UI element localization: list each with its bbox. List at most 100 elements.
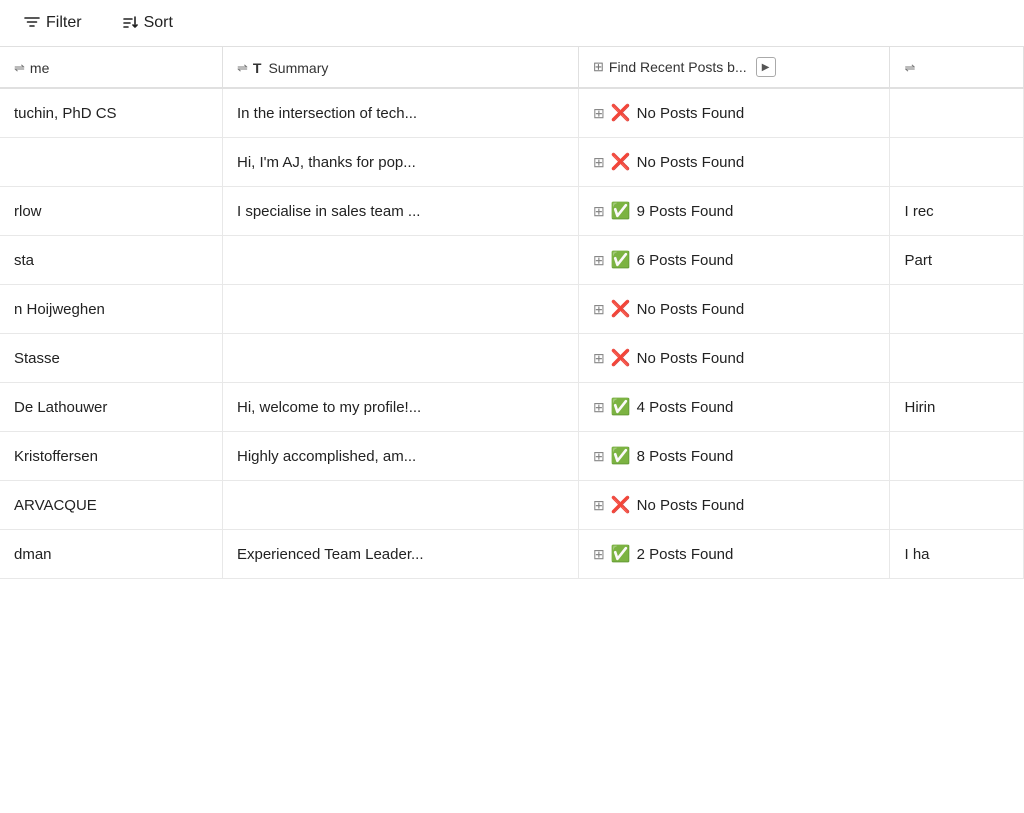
cell-extra <box>890 285 1024 334</box>
cell-name: sta <box>0 236 222 285</box>
toolbar: Filter Sort <box>0 0 1024 47</box>
col-posts-label: Find Recent Posts b... <box>609 59 747 75</box>
play-button[interactable]: ▶ <box>756 57 776 77</box>
table-header-row: ⇌ me ⇌ T Summary ⊞ Find Recent Posts b..… <box>0 47 1024 88</box>
posts-count-text: 9 Posts Found <box>637 203 734 220</box>
cell-posts: ⊞ ❌ No Posts Found <box>578 285 890 334</box>
table-row: rlowI specialise in sales team ... ⊞ ✅ 9 Po… <box>0 187 1024 236</box>
posts-count-text: 6 Posts Found <box>637 252 734 269</box>
cell-extra <box>890 481 1024 530</box>
cell-name: n Hoijweghen <box>0 285 222 334</box>
cell-posts: ⊞ ❌ No Posts Found <box>578 88 890 138</box>
table-row: ARVACQUE⊞❌No Posts Found <box>0 481 1024 530</box>
posts-row-grid-icon: ⊞ <box>593 252 605 269</box>
posts-count-text: 4 Posts Found <box>637 399 734 416</box>
col-name-label: me <box>30 60 49 76</box>
posts-grid-icon: ⊞ <box>593 59 604 75</box>
cell-posts: ⊞ ✅ 9 Posts Found <box>578 187 890 236</box>
posts-row-grid-icon: ⊞ <box>593 203 605 220</box>
table-row: Stasse ⊞ ❌ No Posts Found <box>0 334 1024 383</box>
cell-posts: ⊞ ❌ No Posts Found <box>578 138 890 187</box>
cell-summary: In the intersection of tech... <box>222 88 578 138</box>
summary-type-icon: T <box>253 60 262 76</box>
cross-icon: ❌ <box>611 103 631 123</box>
check-icon: ✅ <box>611 544 631 564</box>
name-col-icon: ⇌ <box>14 60 25 76</box>
cell-extra: I ha <box>890 530 1024 579</box>
cell-posts: ⊞✅2 Posts Found <box>578 530 890 579</box>
posts-row-grid-icon: ⊞ <box>593 448 605 465</box>
cell-name <box>0 138 222 187</box>
col-summary-label: Summary <box>268 60 328 76</box>
cell-extra <box>890 88 1024 138</box>
summary-sort-icon: ⇌ <box>237 60 248 76</box>
cell-name: tuchin, PhD CS <box>0 88 222 138</box>
cell-summary: Hi, I'm AJ, thanks for pop... <box>222 138 578 187</box>
table-row: dmanExperienced Team Leader...⊞✅2 Posts … <box>0 530 1024 579</box>
cell-name: Stasse <box>0 334 222 383</box>
cell-posts: ⊞ ✅ 6 Posts Found <box>578 236 890 285</box>
cell-name: dman <box>0 530 222 579</box>
cross-icon: ❌ <box>611 348 631 368</box>
filter-icon <box>24 15 40 31</box>
sort-icon <box>122 15 138 31</box>
cross-icon: ❌ <box>611 299 631 319</box>
check-icon: ✅ <box>611 250 631 270</box>
posts-row-grid-icon: ⊞ <box>593 154 605 171</box>
cell-posts: ⊞❌No Posts Found <box>578 481 890 530</box>
col-header-name[interactable]: ⇌ me <box>0 47 222 88</box>
cross-icon: ❌ <box>611 152 631 172</box>
col-header-extra[interactable]: ⇌ <box>890 47 1024 88</box>
cell-extra: I rec <box>890 187 1024 236</box>
posts-count-text: No Posts Found <box>637 105 745 122</box>
cell-extra <box>890 432 1024 481</box>
table-row: Hi, I'm AJ, thanks for pop... ⊞ ❌ No Posts … <box>0 138 1024 187</box>
check-icon: ✅ <box>611 201 631 221</box>
cell-summary: Experienced Team Leader... <box>222 530 578 579</box>
check-icon: ✅ <box>611 446 631 466</box>
sort-label: Sort <box>144 14 173 32</box>
posts-count-text: No Posts Found <box>637 497 745 514</box>
cell-summary <box>222 236 578 285</box>
table-row: KristoffersenHighly accomplished, am...⊞… <box>0 432 1024 481</box>
cell-name: Kristoffersen <box>0 432 222 481</box>
filter-label: Filter <box>46 14 82 32</box>
posts-count-text: No Posts Found <box>637 350 745 367</box>
cell-summary: Hi, welcome to my profile!... <box>222 383 578 432</box>
table-row: tuchin, PhD CSIn the intersection of tec… <box>0 88 1024 138</box>
cell-posts: ⊞ ❌ No Posts Found <box>578 334 890 383</box>
cell-summary: I specialise in sales team ... <box>222 187 578 236</box>
cell-name: De Lathouwer <box>0 383 222 432</box>
table-body: tuchin, PhD CSIn the intersection of tec… <box>0 88 1024 579</box>
col-header-summary[interactable]: ⇌ T Summary <box>222 47 578 88</box>
cell-extra: Part <box>890 236 1024 285</box>
table-row: De LathouwerHi, welcome to my profile!..… <box>0 383 1024 432</box>
sort-button[interactable]: Sort <box>114 10 181 36</box>
cell-posts: ⊞✅4 Posts Found <box>578 383 890 432</box>
check-icon: ✅ <box>611 397 631 417</box>
cell-summary <box>222 334 578 383</box>
cell-extra <box>890 138 1024 187</box>
main-table: ⇌ me ⇌ T Summary ⊞ Find Recent Posts b..… <box>0 47 1024 579</box>
cell-extra: Hirin <box>890 383 1024 432</box>
cell-posts: ⊞ ✅ 8 Posts Found <box>578 432 890 481</box>
cell-name: rlow <box>0 187 222 236</box>
extra-sort-icon: ⇌ <box>904 60 915 75</box>
posts-row-grid-icon: ⊞ <box>593 301 605 318</box>
posts-row-grid-icon: ⊞ <box>593 350 605 367</box>
table-wrapper: ⇌ me ⇌ T Summary ⊞ Find Recent Posts b..… <box>0 47 1024 579</box>
posts-row-grid-icon: ⊞ <box>593 105 605 122</box>
cell-summary: Highly accomplished, am... <box>222 432 578 481</box>
table-row: sta ⊞ ✅ 6 Posts Found Part <box>0 236 1024 285</box>
cell-summary <box>222 285 578 334</box>
cell-summary <box>222 481 578 530</box>
posts-count-text: No Posts Found <box>637 301 745 318</box>
filter-button[interactable]: Filter <box>16 10 90 36</box>
cross-icon: ❌ <box>611 495 631 515</box>
cell-name: ARVACQUE <box>0 481 222 530</box>
col-header-posts[interactable]: ⊞ Find Recent Posts b... ▶ <box>578 47 890 88</box>
cell-extra <box>890 334 1024 383</box>
table-row: n Hoijweghen ⊞ ❌ No Posts Found <box>0 285 1024 334</box>
posts-count-text: 8 Posts Found <box>637 448 734 465</box>
posts-count-text: No Posts Found <box>637 154 745 171</box>
